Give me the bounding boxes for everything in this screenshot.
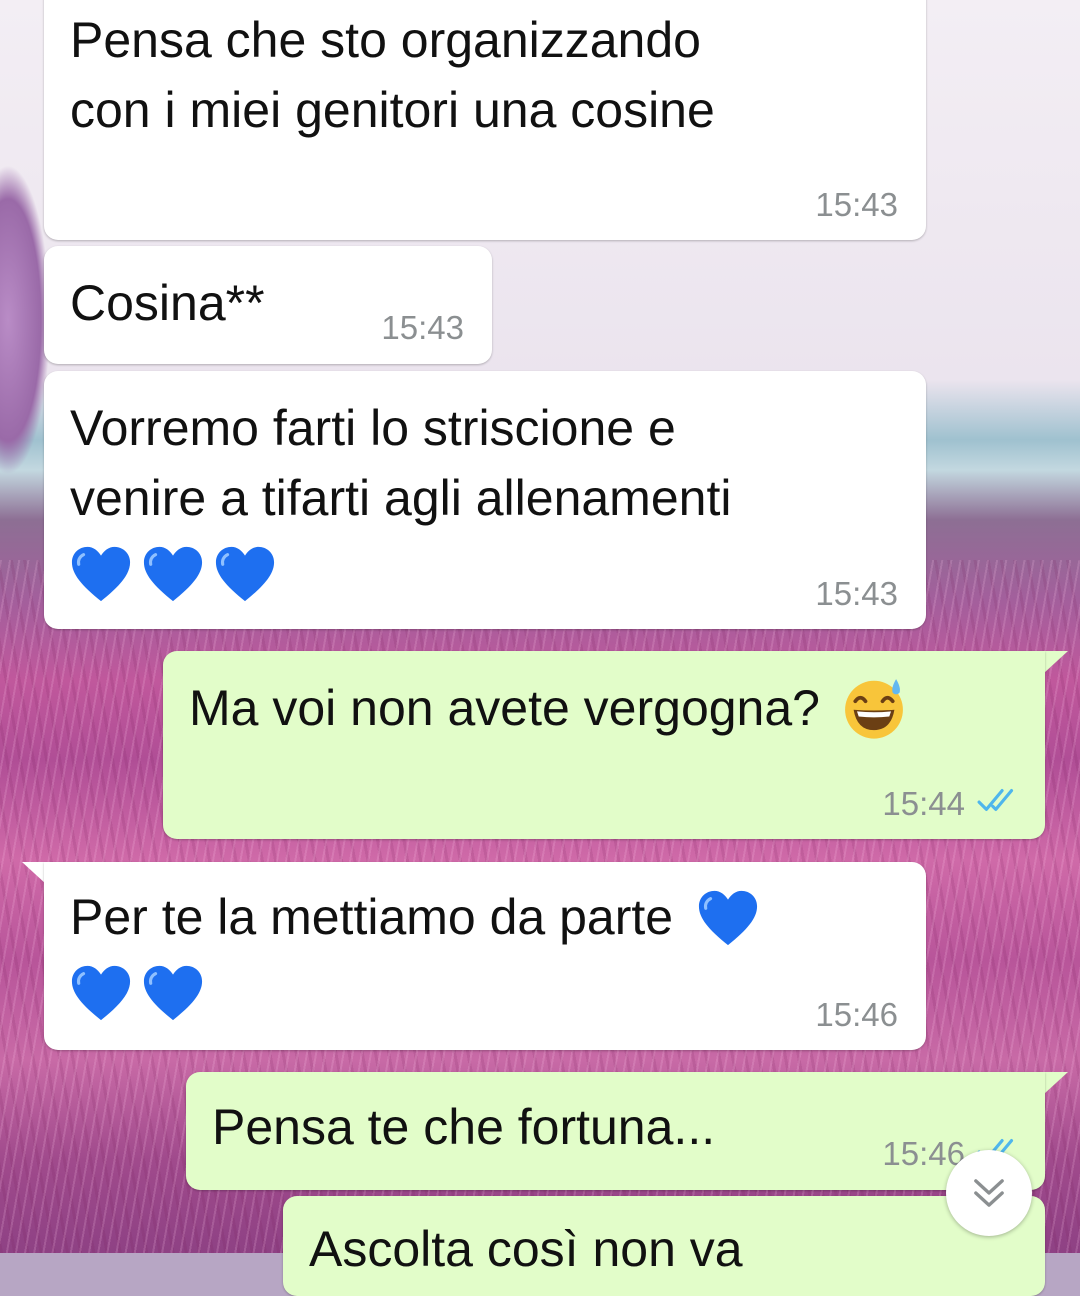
bubble-tail-outgoing bbox=[1044, 651, 1068, 673]
bubble-tail-outgoing bbox=[1044, 1072, 1068, 1094]
message-bubble-incoming[interactable]: Cosina** 15:43 bbox=[44, 246, 492, 364]
message-bubble-incoming[interactable]: Vorremo farti lo striscione e venire a t… bbox=[44, 371, 926, 629]
message-timestamp: 15:43 bbox=[815, 575, 898, 612]
message-bubble-incoming[interactable]: Pensa che sto organizzando con i miei ge… bbox=[44, 0, 926, 240]
message-text-line: Cosina** bbox=[70, 275, 265, 331]
double-check-icon bbox=[977, 789, 1014, 811]
scroll-to-bottom-button[interactable] bbox=[946, 1150, 1032, 1236]
message-text-line: con i miei genitori una cosine bbox=[70, 82, 715, 138]
message-bubble-outgoing[interactable]: Ascolta così non va bbox=[283, 1196, 1045, 1296]
blue-heart-icon bbox=[698, 890, 758, 945]
message-text: Ma voi non avete vergogna? bbox=[189, 680, 820, 736]
message-text-line: venire a tifarti agli allenamenti bbox=[70, 470, 732, 526]
bubble-tail-incoming bbox=[22, 862, 46, 884]
chevron-down-double-icon bbox=[974, 1179, 1004, 1207]
message-timestamp: 15:43 bbox=[815, 186, 898, 223]
blue-heart-icon bbox=[143, 546, 203, 601]
message-text-line: Pensa te che fortuna... bbox=[212, 1099, 716, 1155]
message-timestamp: 15:46 bbox=[815, 996, 898, 1033]
message-text-line: Ascolta così non va bbox=[309, 1221, 743, 1277]
message-text-line: Vorremo farti lo striscione e bbox=[70, 400, 676, 456]
message-bubble-incoming[interactable]: Per te la mettiamo da parte 15:46 bbox=[44, 862, 926, 1050]
message-text-line: Per te la mettiamo da parte bbox=[70, 882, 759, 952]
emoji-row bbox=[70, 535, 276, 607]
message-bubble-outgoing[interactable]: Pensa te che fortuna... 15:46 bbox=[186, 1072, 1045, 1190]
message-bubble-outgoing[interactable]: Ma voi non avete vergogna? 15:44 bbox=[163, 651, 1045, 839]
blue-heart-icon bbox=[143, 965, 203, 1020]
blue-heart-icon bbox=[71, 965, 131, 1020]
grinning-sweat-emoji-icon bbox=[844, 678, 903, 739]
emoji-row bbox=[70, 954, 204, 1026]
message-timestamp: 15:44 bbox=[882, 785, 965, 822]
message-text-line: Ma voi non avete vergogna? bbox=[189, 673, 908, 743]
message-text-line: Pensa che sto organizzando bbox=[70, 12, 701, 68]
blue-heart-icon bbox=[71, 546, 131, 601]
message-timestamp: 15:43 bbox=[381, 309, 464, 346]
message-text: Per te la mettiamo da parte bbox=[70, 889, 674, 945]
blue-heart-icon bbox=[215, 546, 275, 601]
